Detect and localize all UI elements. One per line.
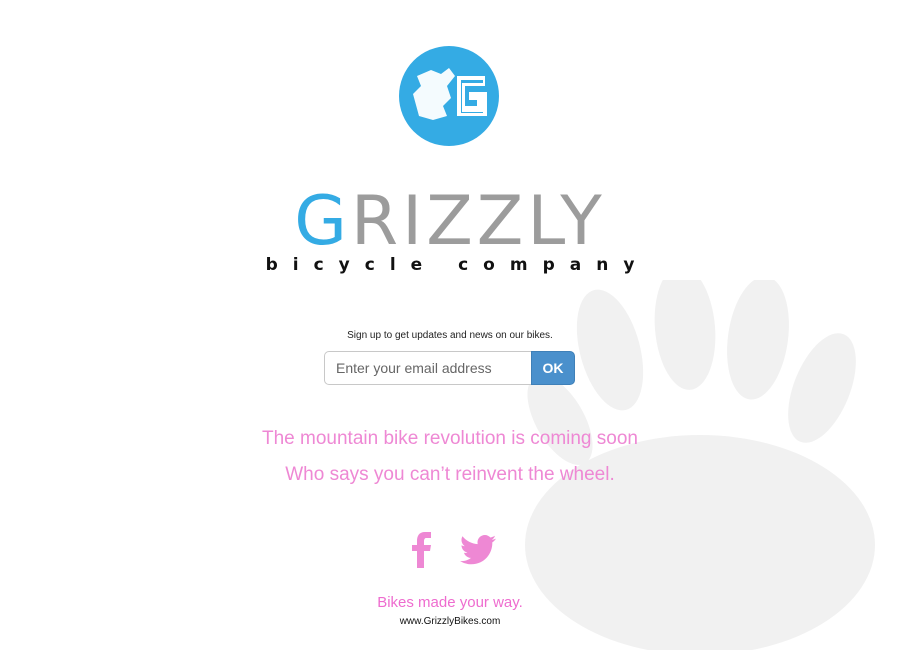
signup-prompt: Sign up to get updates and news on our b… (347, 330, 553, 341)
ok-button[interactable]: OK (531, 351, 575, 385)
facebook-icon[interactable] (410, 532, 434, 568)
grizzly-logo-icon (399, 46, 499, 146)
wordmark-rest: RIZZLY (350, 182, 606, 261)
brand-wordmark: GRIZZLY (0, 184, 900, 260)
reinvent-message: Who says you can’t reinvent the wheel. (285, 464, 615, 485)
footer-url[interactable]: www.GrizzlyBikes.com (0, 616, 900, 627)
footer-slogan: Bikes made your way. (377, 594, 523, 611)
email-input[interactable] (324, 351, 531, 385)
revolution-message: The mountain bike revolution is coming s… (262, 428, 638, 449)
twitter-icon[interactable] (460, 535, 496, 565)
wordmark-g: G (294, 182, 351, 261)
brand-tagline: bicycle company (265, 255, 650, 275)
signup-form: OK (324, 351, 575, 385)
